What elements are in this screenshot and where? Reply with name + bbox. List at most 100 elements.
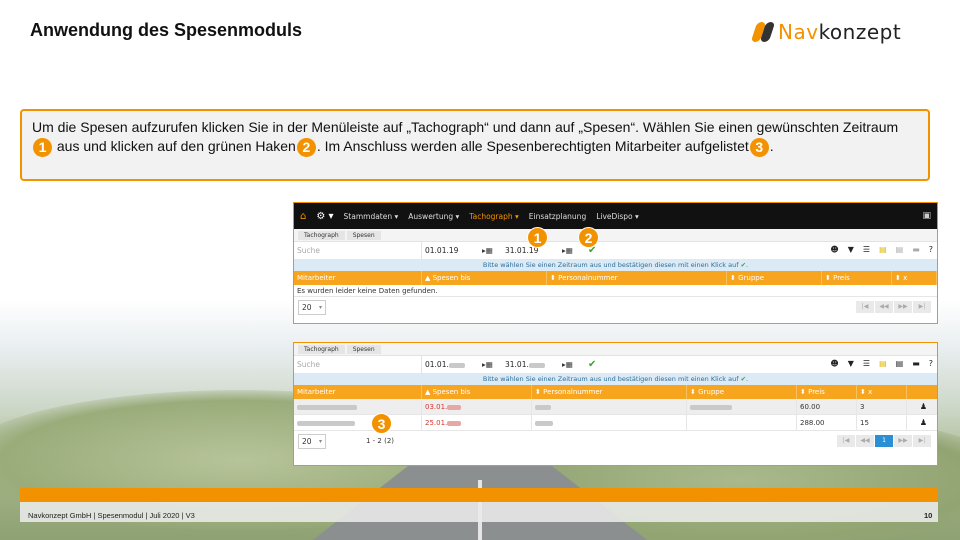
date-to-field[interactable]: 31.01.19 — [502, 246, 562, 255]
users-icon[interactable]: ☻ — [830, 359, 838, 368]
date-to-field[interactable]: 31.01. — [502, 360, 562, 369]
cell-mitarbeiter — [294, 399, 422, 414]
person-icon[interactable]: ♟ — [907, 415, 937, 430]
table-header: Mitarbeiter ▲ Spesen bis ⬍ Personalnumme… — [294, 271, 937, 285]
breadcrumb: Tachograph Spesen — [294, 229, 937, 242]
breadcrumb-spesen[interactable]: Spesen — [346, 344, 381, 354]
column-preis[interactable]: ⬍ Preis — [797, 385, 857, 399]
first-page-button[interactable]: |◀ — [837, 435, 855, 447]
calendar-icon[interactable]: ▸▦ — [562, 246, 582, 255]
last-page-button[interactable]: ▶| — [913, 435, 931, 447]
breadcrumb: Tachograph Spesen — [294, 343, 937, 356]
export-icon[interactable]: ▤ — [896, 359, 904, 368]
breadcrumb-tachograph[interactable]: Tachograph — [298, 344, 345, 354]
window-icon[interactable]: ▣ — [922, 211, 931, 221]
column-personalnummer[interactable]: ⬍ Personalnummer — [532, 385, 687, 399]
menu-item-einsatzplanung[interactable]: Einsatzplanung — [529, 212, 586, 221]
cell-spesen-bis: 03.01. — [422, 399, 532, 414]
instruction-text: . Im Anschluss werden alle Spesenberecht… — [316, 138, 749, 154]
footer-text: Navkonzept GmbH | Spesenmodul | Juli 202… — [28, 511, 195, 520]
prev-page-button[interactable]: ◀◀ — [875, 301, 893, 313]
toolbar-icons: ☻ ▼ ☰ ▤ ▤ ▬ ? — [830, 245, 933, 254]
next-page-button[interactable]: ▶▶ — [894, 301, 912, 313]
person-icon[interactable]: ♟ — [907, 399, 937, 414]
filter-row: Suche 01.01.19 ▸▦ 31.01.19 ▸▦ ✔ ☻ ▼ ☰ ▤ … — [294, 242, 937, 260]
print-icon[interactable]: ▬ — [912, 245, 920, 254]
export-icon[interactable]: ▤ — [896, 245, 904, 254]
page-buttons: |◀ ◀◀ ▶▶ ▶| — [856, 301, 931, 313]
help-icon[interactable]: ? — [929, 359, 933, 368]
column-mitarbeiter[interactable]: Mitarbeiter — [294, 271, 422, 285]
check-icon: ✔ — [740, 375, 747, 383]
column-mitarbeiter[interactable]: Mitarbeiter — [294, 385, 422, 399]
calendar-icon[interactable]: ▸▦ — [482, 360, 502, 369]
confirm-check-icon[interactable]: ✔ — [588, 359, 596, 370]
prev-page-button[interactable]: ◀◀ — [856, 435, 874, 447]
callout-1: 1 — [527, 227, 548, 248]
first-page-button[interactable]: |◀ — [856, 301, 874, 313]
table-row[interactable]: 03.01. 60.00 3 ♟ — [294, 399, 937, 415]
pagination: 20 ▾ |◀ ◀◀ ▶▶ ▶| — [294, 297, 937, 317]
document-icon[interactable]: ▤ — [879, 359, 887, 368]
instruction-text: Um die Spesen aufzurufen klicken Sie in … — [32, 119, 899, 135]
last-page-button[interactable]: ▶| — [913, 301, 931, 313]
next-page-button[interactable]: ▶▶ — [894, 435, 912, 447]
step-badge-2: 2 — [296, 137, 316, 157]
column-spesen-bis[interactable]: ▲ Spesen bis — [422, 271, 547, 285]
menu-item-livedispo[interactable]: LiveDispo ▾ — [596, 212, 639, 221]
column-gruppe[interactable]: ⬍ Gruppe — [687, 385, 797, 399]
column-x[interactable]: ⬍ x — [857, 385, 907, 399]
app-screenshot-results: Tachograph Spesen Suche 01.01. ▸▦ 31.01.… — [293, 342, 938, 466]
menu-item-tachograph[interactable]: Tachograph ▾ — [469, 212, 519, 221]
callout-3: 3 — [371, 413, 392, 434]
filter-icon[interactable]: ▼ — [848, 245, 854, 254]
search-input[interactable]: Suche — [294, 356, 422, 373]
check-icon: ✔ — [740, 261, 747, 269]
table-header: Mitarbeiter ▲ Spesen bis ⬍ Personalnumme… — [294, 385, 937, 399]
home-icon[interactable]: ⌂ — [300, 211, 306, 222]
page-size-select[interactable]: 20 ▾ — [298, 433, 326, 449]
gear-icon[interactable]: ⚙ ▾ — [316, 211, 333, 222]
logo-mark-icon — [750, 21, 776, 43]
search-input[interactable]: Suche — [294, 242, 422, 259]
current-page-button[interactable]: 1 — [875, 435, 893, 447]
list-icon[interactable]: ☰ — [863, 245, 870, 254]
column-spesen-bis[interactable]: ▲ Spesen bis — [422, 385, 532, 399]
pagination: 20 ▾ 1 - 2 (2) |◀ ◀◀ 1 ▶▶ ▶| — [294, 431, 937, 451]
step-badge-3: 3 — [749, 137, 769, 157]
column-x[interactable]: ⬍ x — [892, 271, 937, 285]
date-from-field[interactable]: 01.01.19 — [422, 246, 482, 255]
cell-gruppe — [687, 399, 797, 414]
page-number: 10 — [924, 511, 933, 520]
users-icon[interactable]: ☻ — [830, 245, 838, 254]
instruction-box: Um die Spesen aufzurufen klicken Sie in … — [20, 109, 930, 181]
cell-personalnummer — [532, 415, 687, 430]
breadcrumb-tachograph[interactable]: Tachograph — [298, 230, 345, 240]
page-buttons: |◀ ◀◀ 1 ▶▶ ▶| — [837, 435, 931, 447]
page-size-select[interactable]: 20 ▾ — [298, 299, 326, 315]
menu-item-stammdaten[interactable]: Stammdaten ▾ — [344, 212, 399, 221]
filter-row: Suche 01.01. ▸▦ 31.01. ▸▦ ✔ ☻ ▼ ☰ ▤ ▤ ▬ … — [294, 356, 937, 374]
help-icon[interactable]: ? — [929, 245, 933, 254]
list-icon[interactable]: ☰ — [863, 359, 870, 368]
filter-icon[interactable]: ▼ — [848, 359, 854, 368]
column-preis[interactable]: ⬍ Preis — [822, 271, 892, 285]
cell-x: 3 — [857, 399, 907, 414]
column-personalnummer[interactable]: ⬍ Personalnummer — [547, 271, 727, 285]
menu-bar: ⌂ ⚙ ▾ Stammdaten ▾ Auswertung ▾ Tachogra… — [294, 203, 937, 229]
callout-2: 2 — [578, 227, 599, 248]
column-gruppe[interactable]: ⬍ Gruppe — [727, 271, 822, 285]
date-from-field[interactable]: 01.01. — [422, 360, 482, 369]
footer-accent-bar — [20, 488, 938, 502]
menu-item-auswertung[interactable]: Auswertung ▾ — [408, 212, 459, 221]
breadcrumb-spesen[interactable]: Spesen — [346, 230, 381, 240]
instruction-text: . — [769, 138, 774, 154]
navkonzept-logo: Navkonzept — [750, 20, 902, 44]
cell-gruppe — [687, 415, 797, 430]
calendar-icon[interactable]: ▸▦ — [562, 360, 582, 369]
cell-mitarbeiter — [294, 415, 422, 430]
logo-text: Navkonzept — [778, 20, 902, 44]
document-icon[interactable]: ▤ — [879, 245, 887, 254]
calendar-icon[interactable]: ▸▦ — [482, 246, 502, 255]
print-icon[interactable]: ▬ — [912, 359, 920, 368]
